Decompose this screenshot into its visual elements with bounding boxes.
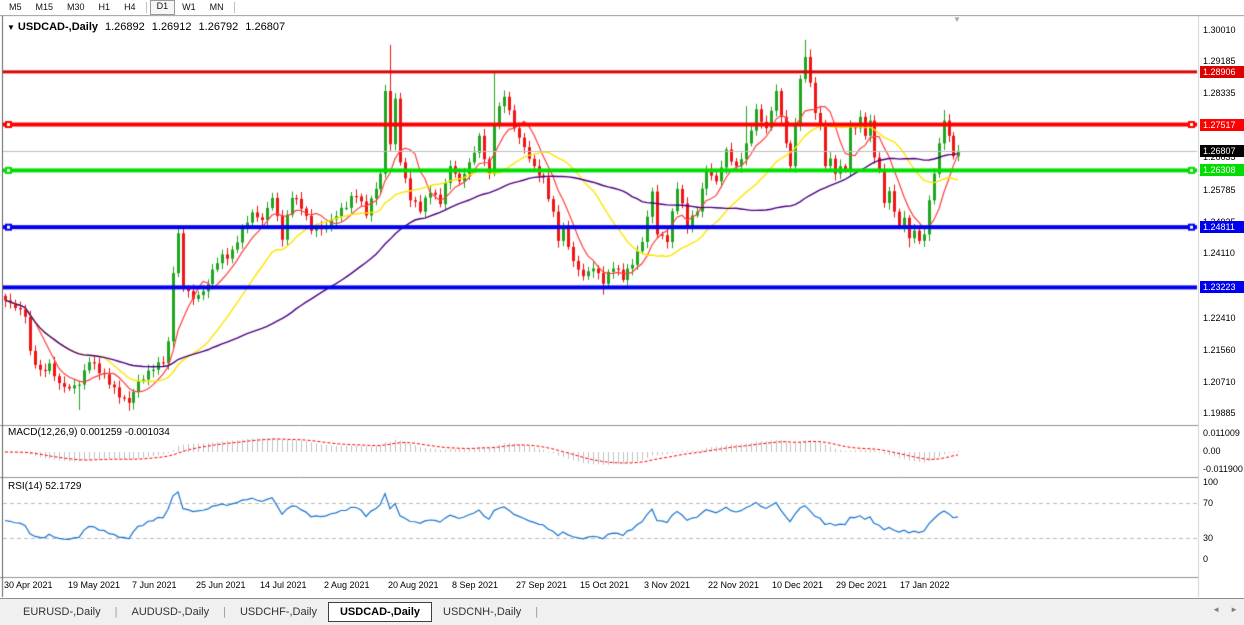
tab-usdcaddaily[interactable]: USDCAD-,Daily [328,602,432,622]
date-label: 17 Jan 2022 [900,580,950,590]
macd-signal-value: -0.001034 [125,427,170,438]
tab-divider: | [223,606,226,618]
ohlc-high: 1.26912 [152,21,192,33]
toolbar-divider [146,2,147,13]
symbol-label: USDCAD-,Daily [18,21,98,33]
ohlc-low: 1.26792 [199,21,239,33]
tab-usdcnhdaily[interactable]: USDCNH-,Daily [432,603,532,621]
chart-scroll-marker-icon[interactable]: ▼ [953,15,961,24]
tab-scroll-nav: ◄► [1202,605,1238,614]
date-label: 30 Apr 2021 [4,580,53,590]
date-label: 29 Dec 2021 [836,580,887,590]
tab-audusddaily[interactable]: AUDUSD-,Daily [120,603,220,621]
ohlc-open: 1.26892 [105,21,145,33]
price-scale-label: 1.21560 [1203,345,1236,355]
price-scale-label: 1.30010 [1203,25,1236,35]
tab-divider: | [535,606,538,618]
toolbar-divider [234,2,235,13]
date-label: 3 Nov 2021 [644,580,690,590]
price-scale-label: 1.25785 [1203,185,1236,195]
macd-value: 0.001259 [80,427,122,438]
rsi-scale-label: 0 [1203,554,1208,564]
date-label: 19 May 2021 [68,580,120,590]
date-label: 15 Oct 2021 [580,580,629,590]
level-price-label: 1.23223 [1200,281,1244,293]
tab-scroll-right-icon[interactable]: ► [1230,605,1238,614]
tab-scroll-left-icon[interactable]: ◄ [1212,605,1220,614]
macd-label: MACD(12,26,9) 0.001259 -0.001034 [8,427,170,438]
tab-usdchfdaily[interactable]: USDCHF-,Daily [229,603,328,621]
rsi-value: 52.1729 [45,481,81,492]
timeframe-toolbar: M5M15M30H1H4 D1W1MN [0,0,1244,15]
price-scale-label: 1.24110 [1203,248,1235,258]
timeframe-button-M15[interactable]: M15 [29,1,61,14]
macd-scale-label: 0.00 [1203,446,1221,456]
price-scale-label: 1.20710 [1203,377,1236,387]
timeframe-button-MN[interactable]: MN [203,1,231,14]
date-label: 2 Aug 2021 [324,580,370,590]
timeframe-button-M5[interactable]: M5 [2,1,29,14]
symbol-dropdown-icon[interactable]: ▼ [7,23,15,32]
level-price-label: 1.28906 [1200,66,1244,78]
price-chart-canvas[interactable] [0,0,1244,625]
level-price-label: 1.27517 [1200,119,1244,131]
timeframe-button-M30[interactable]: M30 [60,1,92,14]
timeframe-button-D1[interactable]: D1 [150,0,176,15]
date-label: 22 Nov 2021 [708,580,759,590]
ohlc-close: 1.26807 [245,21,285,33]
date-label: 7 Jun 2021 [132,580,177,590]
price-scale-label: 1.28335 [1203,88,1236,98]
date-label: 10 Dec 2021 [772,580,823,590]
symbol-tabs: EURUSD-,Daily|AUDUSD-,Daily|USDCHF-,Dail… [0,598,1244,625]
timeframe-button-W1[interactable]: W1 [175,1,203,14]
date-label: 20 Aug 2021 [388,580,439,590]
date-label: 25 Jun 2021 [196,580,246,590]
price-scale-label: 1.19885 [1203,408,1236,418]
trading-terminal-window: M5M15M30H1H4D1W1MN ▼USDCAD-,Daily1.26892… [0,0,1244,625]
tab-divider: | [115,606,118,618]
date-label: 14 Jul 2021 [260,580,307,590]
timeframe-button-H1[interactable]: H1 [92,1,118,14]
price-scale-label: 1.22410 [1203,313,1236,323]
rsi-scale-label: 30 [1203,533,1213,543]
rsi-scale-label: 70 [1203,498,1213,508]
level-price-label: 1.26308 [1200,164,1244,176]
rsi-scale-label: 100 [1203,477,1218,487]
rsi-label: RSI(14) 52.1729 [8,481,81,492]
level-price-label: 1.24811 [1200,221,1244,233]
timeframe-button-H4[interactable]: H4 [117,1,143,14]
bid-price-label: 1.26807 [1200,145,1244,157]
macd-scale-label: -0.011900 [1203,464,1243,474]
tab-eurusddaily[interactable]: EURUSD-,Daily [12,603,112,621]
macd-scale-label: 0.011009 [1203,428,1240,438]
chart-header: ▼USDCAD-,Daily 1.26892 1.26912 1.26792 1.268… [7,21,285,33]
price-scale-label: 1.29185 [1203,56,1236,66]
date-label: 27 Sep 2021 [516,580,567,590]
date-label: 8 Sep 2021 [452,580,498,590]
